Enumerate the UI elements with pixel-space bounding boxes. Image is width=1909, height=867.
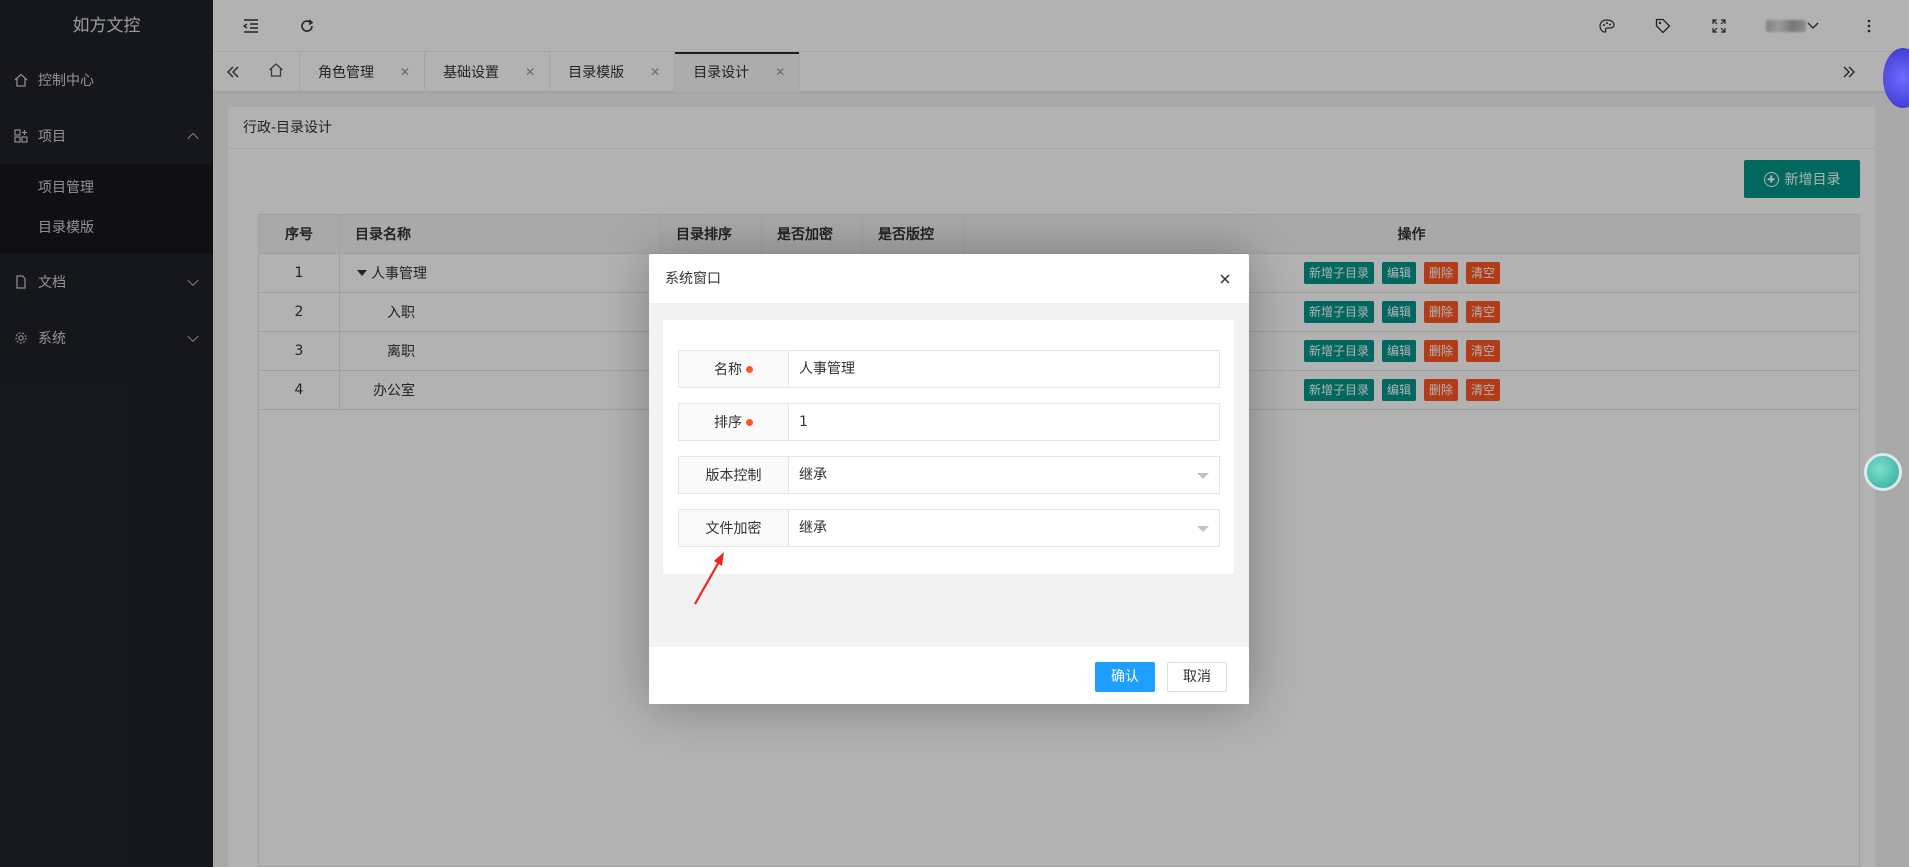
select-value: 继承 — [799, 520, 827, 536]
form-card: 名称 人事管理 排序 1 版本控制 继承 文件加密 继承 — [663, 320, 1234, 574]
close-icon[interactable] — [1215, 269, 1235, 289]
form-label-text: 名称 — [714, 362, 742, 378]
caret-down-icon — [1197, 526, 1209, 532]
form-label: 文件加密 — [679, 510, 789, 546]
dialog-body: 名称 人事管理 排序 1 版本控制 继承 文件加密 继承 — [649, 304, 1249, 647]
caret-down-icon — [1197, 473, 1209, 479]
form-row-order: 排序 1 — [678, 403, 1220, 441]
form-label: 排序 — [679, 404, 789, 440]
form-row-version-control: 版本控制 继承 — [678, 456, 1220, 494]
name-input[interactable]: 人事管理 — [789, 351, 1219, 387]
required-dot-icon — [746, 365, 753, 373]
version-control-select[interactable]: 继承 — [789, 457, 1219, 493]
confirm-button[interactable]: 确认 — [1095, 662, 1155, 692]
cancel-button[interactable]: 取消 — [1167, 662, 1227, 692]
select-value: 继承 — [799, 467, 827, 483]
floating-ball-icon[interactable] — [1864, 453, 1902, 491]
form-row-file-encrypt: 文件加密 继承 — [678, 509, 1220, 547]
form-label-text: 排序 — [714, 415, 742, 431]
annotation-arrow-icon — [694, 552, 724, 605]
required-dot-icon — [746, 418, 753, 426]
file-encrypt-select[interactable]: 继承 — [789, 510, 1219, 546]
dialog-title: 系统窗口 — [649, 254, 1249, 304]
form-row-name: 名称 人事管理 — [678, 350, 1220, 388]
system-dialog: 系统窗口 名称 人事管理 排序 1 版本控制 继承 文件加密 继承 确认 取消 — [649, 254, 1249, 704]
dialog-footer — [649, 647, 1249, 704]
form-label: 名称 — [679, 351, 789, 387]
order-input[interactable]: 1 — [789, 404, 1219, 440]
form-label: 版本控制 — [679, 457, 789, 493]
